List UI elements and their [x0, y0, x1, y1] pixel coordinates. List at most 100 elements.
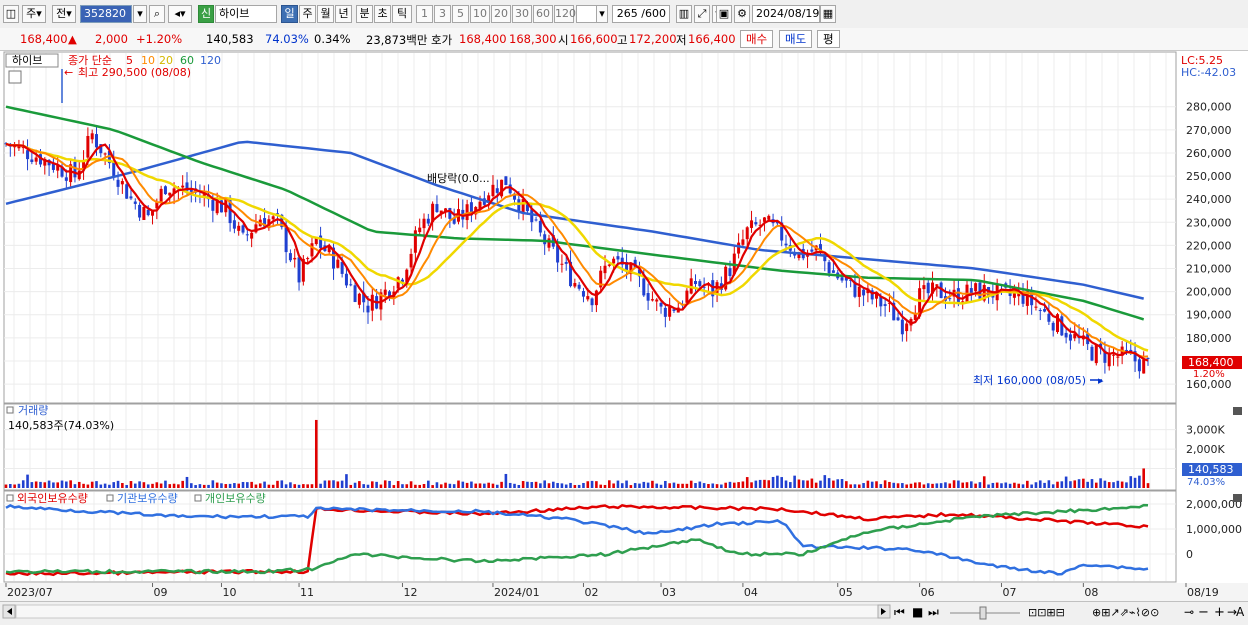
volume-bar — [668, 483, 671, 488]
holdings-indiv-icon — [194, 494, 202, 502]
candle-body — [344, 273, 348, 286]
volume-bar — [224, 484, 228, 488]
candle-body — [564, 262, 568, 264]
count-5-button[interactable]: 5 — [452, 5, 469, 23]
buy-button[interactable]: 매수 — [740, 30, 774, 48]
code-type-select[interactable]: 전▾ — [52, 5, 76, 23]
volume-bar — [633, 483, 637, 488]
period-second-button[interactable]: 초 — [374, 5, 391, 23]
volume-bar — [590, 480, 594, 488]
count-20-button[interactable]: 20 — [491, 5, 511, 23]
price-change-pct: +1.20% — [136, 32, 183, 46]
save-icon[interactable]: ▣ — [716, 5, 732, 23]
date-field[interactable]: 2024/08/19 — [752, 5, 820, 23]
volume-bar — [211, 480, 215, 488]
volume-bar — [77, 481, 81, 488]
speaker-icon[interactable]: ◂▾ — [168, 5, 192, 23]
volume-bar — [620, 483, 624, 488]
volume-bar — [702, 483, 706, 488]
candle-body — [642, 278, 646, 296]
volume-tick-label: 3,000K — [1186, 424, 1225, 437]
candle-body — [586, 296, 590, 300]
volume-bar — [1112, 482, 1115, 488]
scroll-track[interactable] — [15, 604, 879, 619]
volume-panel-close-icon[interactable] — [1233, 407, 1242, 415]
candle-body — [573, 283, 577, 287]
calendar-icon[interactable]: ▦ — [820, 5, 836, 23]
grid-toggle-icon[interactable] — [8, 70, 22, 84]
volume-bar — [526, 481, 529, 488]
volume-bar — [862, 483, 865, 488]
stop-icon[interactable]: ■ — [912, 605, 923, 619]
zoom-in-icon[interactable]: + — [1214, 605, 1225, 620]
search-icon[interactable]: ⌕ — [149, 5, 165, 23]
gear-icon[interactable]: ⚙ — [734, 5, 750, 23]
period-year-button[interactable]: 년 — [335, 5, 352, 23]
volume-bar — [1125, 482, 1128, 488]
volume-bar — [1047, 480, 1051, 488]
sell-button[interactable]: 매도 — [779, 30, 813, 48]
volume-bar — [9, 484, 12, 488]
candle-body — [900, 319, 904, 335]
volume-bar — [319, 483, 322, 488]
candle-body — [547, 238, 551, 248]
candle-body — [241, 225, 245, 233]
last-page-icon[interactable]: ⏭ — [928, 605, 939, 619]
period-day-button[interactable]: 일 — [281, 5, 298, 23]
chevron-down-icon[interactable]: ▾ — [133, 5, 147, 23]
stock-chart[interactable]: 280,000 270,000 260,000 250,000 240,000 230,0… — [0, 51, 1248, 601]
zoom-out-line-icon[interactable]: ⊸ — [1184, 605, 1194, 619]
volume-bar — [905, 484, 908, 488]
avg-button[interactable]: 평 — [817, 30, 840, 48]
volume-bar — [431, 485, 434, 488]
candle-type-icon[interactable]: ▥ — [676, 5, 692, 23]
volume-bar — [1077, 479, 1081, 488]
period-main-select[interactable]: 주▾ — [22, 5, 46, 23]
period-tick-button[interactable]: 틱 — [392, 5, 412, 23]
candle-body — [1060, 316, 1064, 336]
period-month-button[interactable]: 월 — [317, 5, 334, 23]
zoom-slider-handle[interactable] — [979, 606, 987, 620]
volume-bar — [564, 484, 568, 488]
volume-bar — [922, 484, 926, 488]
layout-icon[interactable]: ⊡⊡⊞⊟ — [1028, 606, 1065, 619]
volume-bar — [638, 483, 641, 488]
candle-body — [30, 159, 34, 162]
volume-bar — [961, 482, 964, 488]
period-minute-button[interactable]: 분 — [356, 5, 373, 23]
footer-controls[interactable]: ⏮ ■ ⏭ ⊡⊡⊞⊟ ⊕⊞↗⇗⌁⌇⊘⊙ ⊸ − + → A — [0, 602, 1248, 622]
volume-bar — [1142, 468, 1145, 488]
first-page-icon[interactable]: ⏮ — [894, 605, 905, 619]
count-1-button[interactable]: 1 — [416, 5, 433, 23]
volume-bar — [616, 480, 620, 488]
count-3-button[interactable]: 3 — [434, 5, 451, 23]
stock-code-input[interactable]: 352820 — [80, 5, 132, 23]
candle-body — [750, 220, 754, 228]
stock-name-field[interactable]: 하이브 — [215, 5, 277, 23]
period-main-label: 주 — [26, 7, 37, 20]
volume-bar — [1073, 480, 1077, 488]
count-dropdown-icon[interactable]: ▾ — [596, 5, 608, 23]
auto-scale-icon[interactable]: A — [1236, 605, 1245, 619]
period-week-button[interactable]: 주 — [299, 5, 316, 23]
volume-bar — [698, 481, 702, 488]
window-icon[interactable]: ◫ — [3, 5, 19, 23]
volume-tag-pct: 74.03% — [1187, 477, 1225, 488]
candle-body — [353, 285, 357, 303]
count-30-button[interactable]: 30 — [512, 5, 532, 23]
chart-area[interactable]: 280,000 270,000 260,000 250,000 240,000 230,0… — [0, 51, 1248, 601]
holdings-panel-close-icon[interactable] — [1233, 494, 1242, 502]
footer-scrollbar[interactable]: ⏮ ■ ⏭ ⊡⊡⊞⊟ ⊕⊞↗⇗⌁⌇⊘⊙ ⊸ − + → A — [0, 601, 1248, 622]
volume-bar — [457, 480, 460, 488]
volume-bar — [827, 478, 831, 488]
count-60-button[interactable]: 60 — [533, 5, 553, 23]
count-10-button[interactable]: 10 — [470, 5, 490, 23]
candle-body — [1142, 359, 1146, 374]
count-120-button[interactable]: 120 — [554, 5, 576, 23]
candle-body — [896, 317, 900, 321]
zoom-out-icon[interactable]: − — [1198, 605, 1209, 620]
crosshair-icon[interactable]: ⤢ — [694, 5, 710, 23]
candle-body — [517, 199, 521, 212]
drawing-tools-icon[interactable]: ⊕⊞↗⇗⌁⌇⊘⊙ — [1092, 606, 1159, 619]
volume-bar — [965, 482, 969, 488]
